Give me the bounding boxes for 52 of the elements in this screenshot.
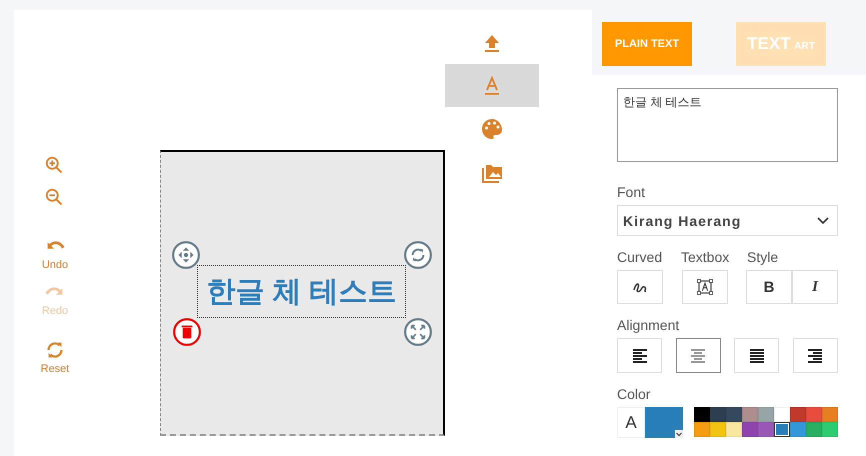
color-swatch[interactable] — [806, 422, 822, 437]
bold-button[interactable]: B — [746, 270, 792, 304]
align-center-button[interactable] — [676, 338, 721, 373]
font-label: Font — [617, 184, 646, 200]
color-picker[interactable] — [645, 407, 683, 438]
move-handle-icon[interactable] — [171, 240, 201, 270]
color-swatch[interactable] — [726, 422, 742, 437]
curved-text-button[interactable] — [617, 270, 663, 304]
color-swatch[interactable] — [758, 422, 774, 437]
color-swatch[interactable] — [822, 422, 838, 437]
text-object[interactable]: 한글 체 테스트 — [197, 265, 406, 318]
color-swatch[interactable] — [790, 407, 806, 422]
rotate-handle-icon[interactable] — [403, 240, 433, 270]
align-justify-icon — [750, 348, 764, 362]
resize-handle-icon[interactable] — [403, 317, 433, 347]
italic-button[interactable]: I — [792, 270, 838, 304]
alignment-label: Alignment — [617, 317, 680, 333]
align-right-icon — [808, 348, 822, 362]
color-swatch[interactable] — [742, 422, 758, 437]
align-justify-button[interactable] — [734, 338, 780, 373]
align-left-button[interactable] — [617, 338, 662, 373]
undo-label[interactable]: Undo — [42, 259, 68, 271]
color-sample: A — [617, 407, 645, 438]
color-swatch[interactable] — [806, 407, 822, 422]
color-swatch[interactable] — [774, 407, 790, 422]
align-right-button[interactable] — [792, 338, 838, 373]
textbox-icon — [696, 278, 714, 296]
color-swatch[interactable] — [742, 407, 758, 422]
color-swatch[interactable] — [710, 407, 726, 422]
textbox-button[interactable] — [682, 270, 728, 304]
color-swatch[interactable] — [822, 407, 838, 422]
caret-icon — [675, 430, 683, 438]
color-swatch[interactable] — [726, 407, 742, 422]
color-swatch[interactable] — [694, 422, 710, 437]
reset-label[interactable]: Reset — [40, 363, 70, 375]
chevron-down-icon — [817, 216, 829, 224]
textbox-label: Textbox — [681, 249, 730, 265]
palette-icon[interactable] — [480, 116, 504, 140]
style-label: Style — [747, 249, 778, 265]
align-center-icon — [691, 348, 706, 362]
plain-text-tab[interactable]: PLAIN TEXT — [602, 22, 692, 66]
color-label: Color — [617, 386, 652, 402]
font-select[interactable]: Kirang Haerang — [617, 205, 838, 236]
color-swatch[interactable] — [710, 422, 726, 437]
text-input[interactable]: 한글 체 테스트 — [617, 88, 838, 162]
align-left-icon — [632, 348, 646, 362]
curved-label: Curved — [617, 249, 664, 265]
color-swatch[interactable] — [694, 407, 710, 422]
color-swatch[interactable] — [758, 407, 774, 422]
sidebar-tab[interactable] — [445, 64, 539, 107]
color-swatch[interactable] — [790, 422, 806, 437]
trash-icon[interactable] — [172, 317, 202, 347]
